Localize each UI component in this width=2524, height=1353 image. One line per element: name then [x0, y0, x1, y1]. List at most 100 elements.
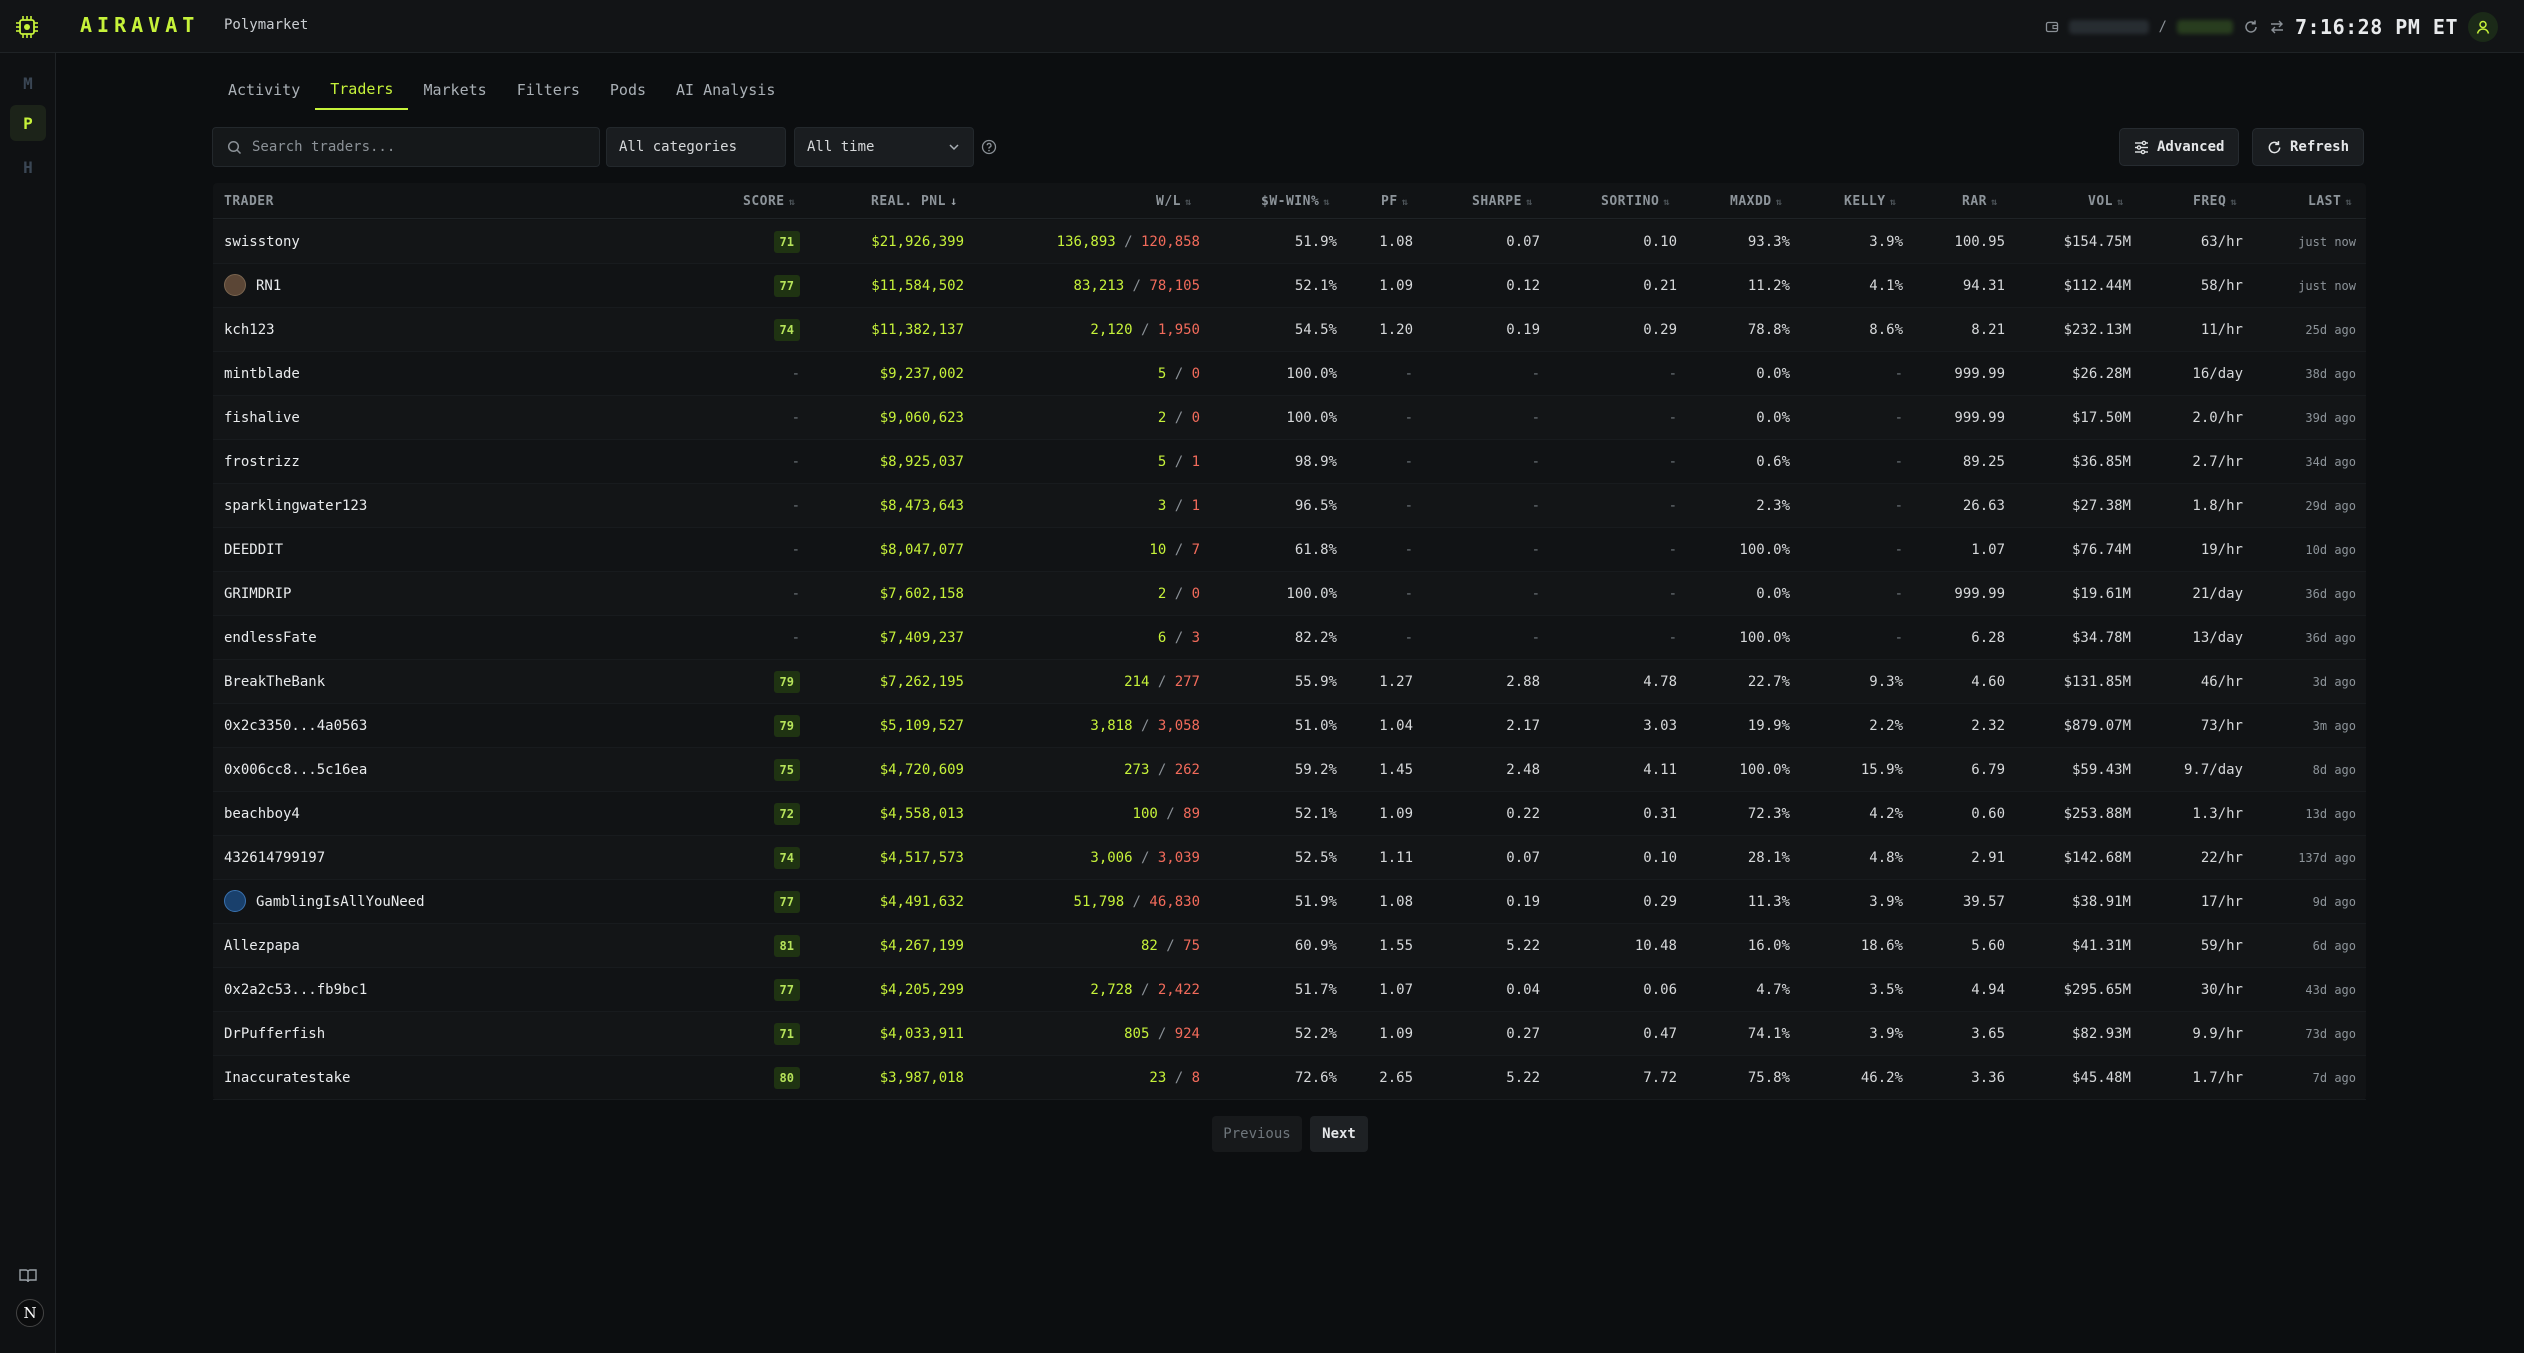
top-right-status: / 7:16:28 PM ET — [2045, 12, 2498, 42]
trader-name-cell[interactable]: 0x2c3350...4a0563 — [224, 704, 367, 748]
trader-name-cell[interactable]: beachboy4 — [224, 792, 300, 836]
table-row[interactable]: swisstony 71 $21,926,399 136,893 / 120,858 5… — [213, 220, 2366, 264]
sidebar-item-p[interactable]: P — [10, 105, 46, 141]
sharpe-value: 0.07 — [1506, 850, 1540, 866]
col-freq[interactable]: FREQ ⇅ — [2193, 194, 2237, 209]
chevron-down-icon — [949, 144, 959, 151]
category-select[interactable]: All categories — [606, 127, 786, 167]
col-kelly[interactable]: KELLY ⇅ — [1844, 194, 1896, 209]
next-page-button[interactable]: Next — [1310, 1116, 1368, 1152]
col-sharpe[interactable]: SHARPE ⇅ — [1472, 194, 1533, 209]
table-row[interactable]: frostrizz - $8,925,037 5 / 1 98.9% - - - 0.6% - 89… — [213, 440, 2366, 484]
help-circle-icon[interactable] — [981, 139, 997, 155]
col-w-win-pct[interactable]: $W-WIN% ⇅ — [1261, 194, 1330, 209]
col-rar[interactable]: RAR ⇅ — [1962, 194, 1998, 209]
trader-name-cell[interactable]: BreakTheBank — [224, 660, 325, 704]
trader-name-cell[interactable]: 0x006cc8...5c16ea — [224, 748, 367, 792]
freq-value: 13/day — [2192, 630, 2243, 646]
table-row[interactable]: 0x006cc8...5c16ea 75 $4,720,609 273 / 262 59… — [213, 748, 2366, 792]
last-active-value: 9d ago — [2312, 895, 2356, 909]
table-row[interactable]: fishalive - $9,060,623 2 / 0 100.0% - - - 0.0% - 9… — [213, 396, 2366, 440]
trader-name-cell[interactable]: Inaccuratestake — [224, 1056, 350, 1100]
main-tabs: Activity Traders Markets Filters Pods AI… — [213, 70, 790, 110]
last-active-value: just now — [2298, 235, 2356, 249]
trader-name-cell[interactable]: 432614799197 — [224, 836, 325, 880]
col-vol[interactable]: VOL ⇅ — [2088, 194, 2124, 209]
search-input[interactable] — [252, 139, 572, 155]
tab-pods[interactable]: Pods — [595, 70, 661, 110]
advanced-button[interactable]: Advanced — [2119, 128, 2240, 166]
table-row[interactable]: GRIMDRIP - $7,602,158 2 / 0 100.0% - - - 0.0% - 99… — [213, 572, 2366, 616]
pf-value: - — [1404, 410, 1413, 426]
kelly-value: 3.9% — [1869, 234, 1903, 250]
sharpe-value: - — [1531, 410, 1540, 426]
user-menu-button[interactable] — [2468, 12, 2498, 42]
wins-value: 3,006 — [1090, 850, 1133, 866]
vol-value: $131.85M — [2063, 674, 2131, 690]
col-real-pnl[interactable]: REAL. PNL ↓ — [871, 194, 958, 209]
table-row[interactable]: beachboy4 72 $4,558,013 100 / 89 52.1% 1.09 0.… — [213, 792, 2366, 836]
losses-value: 3,039 — [1157, 850, 1200, 866]
table-row[interactable]: mintblade - $9,237,002 5 / 0 100.0% - - - 0.0% - 9… — [213, 352, 2366, 396]
tab-filters[interactable]: Filters — [502, 70, 595, 110]
table-row[interactable]: Inaccuratestake 80 $3,987,018 23 / 8 72.6% 2.… — [213, 1056, 2366, 1100]
trader-name-cell[interactable]: kch123 — [224, 308, 275, 352]
trader-name-cell[interactable]: endlessFate — [224, 616, 317, 660]
tab-markets[interactable]: Markets — [408, 70, 501, 110]
tab-activity[interactable]: Activity — [213, 70, 315, 110]
col-pf[interactable]: PF ⇅ — [1381, 194, 1408, 209]
footer-n-logo[interactable]: N — [16, 1299, 44, 1327]
col-trader[interactable]: TRADER — [224, 194, 274, 209]
pnl-value: $9,237,002 — [879, 366, 964, 382]
trader-name-cell[interactable]: 0x2a2c53...fb9bc1 — [224, 968, 367, 1012]
win-loss-cell: 3 / 1 — [1158, 484, 1200, 528]
advanced-button-label: Advanced — [2157, 139, 2225, 155]
win-loss-cell: 100 / 89 — [1133, 792, 1200, 836]
table-row[interactable]: 0x2a2c53...fb9bc1 77 $4,205,299 2,728 / 2,4… — [213, 968, 2366, 1012]
sidebar-item-h[interactable]: H — [10, 149, 46, 185]
trader-name-cell[interactable]: RN1 — [224, 264, 281, 308]
table-row[interactable]: sparklingwater123 - $8,473,643 3 / 1 96.5% - -… — [213, 484, 2366, 528]
col-maxdd[interactable]: MAXDD ⇅ — [1730, 194, 1782, 209]
table-row[interactable]: endlessFate - $7,409,237 6 / 3 82.2% - - - 100.0… — [213, 616, 2366, 660]
trader-name-cell[interactable]: sparklingwater123 — [224, 484, 367, 528]
trader-name-cell[interactable]: GamblingIsAllYouNeed — [224, 880, 425, 924]
refresh-button[interactable]: Refresh — [2252, 128, 2365, 166]
col-sortino[interactable]: SORTINO ⇅ — [1601, 194, 1670, 209]
table-row[interactable]: DrPufferfish 71 $4,033,911 805 / 924 52.2% 1.… — [213, 1012, 2366, 1056]
chip-logo-icon[interactable] — [14, 14, 40, 40]
timeframe-select-value: All time — [807, 139, 875, 155]
book-icon[interactable] — [18, 1266, 38, 1286]
tab-traders[interactable]: Traders — [315, 70, 409, 110]
pnl-value: $7,602,158 — [879, 586, 964, 602]
table-row[interactable]: 0x2c3350...4a0563 79 $5,109,527 3,818 / 3,0… — [213, 704, 2366, 748]
sync-icon[interactable] — [2243, 19, 2259, 35]
table-row[interactable]: kch123 74 $11,382,137 2,120 / 1,950 54.5% 1.2… — [213, 308, 2366, 352]
win-loss-cell: 273 / 262 — [1124, 748, 1200, 792]
col-last[interactable]: LAST ⇅ — [2308, 194, 2352, 209]
wallet-icon — [2045, 21, 2058, 33]
trader-name-cell[interactable]: fishalive — [224, 396, 300, 440]
table-row[interactable]: 432614799197 74 $4,517,573 3,006 / 3,039 52.… — [213, 836, 2366, 880]
previous-page-button[interactable]: Previous — [1212, 1116, 1302, 1152]
trader-name-cell[interactable]: swisstony — [224, 220, 300, 264]
sidebar-item-m[interactable]: M — [10, 65, 46, 101]
table-row[interactable]: DEEDDIT - $8,047,077 10 / 7 61.8% - - - 100.0% - 1… — [213, 528, 2366, 572]
col-score[interactable]: SCORE ⇅ — [743, 194, 795, 209]
table-row[interactable]: RN1 77 $11,584,502 83,213 / 78,105 52.1% 1.09… — [213, 264, 2366, 308]
search-box[interactable] — [212, 127, 600, 167]
trader-name-cell[interactable]: GRIMDRIP — [224, 572, 291, 616]
table-row[interactable]: BreakTheBank 79 $7,262,195 214 / 277 55.9% 1.… — [213, 660, 2366, 704]
tab-ai-analysis[interactable]: AI Analysis — [661, 70, 790, 110]
trader-name-cell[interactable]: DrPufferfish — [224, 1012, 325, 1056]
timeframe-select[interactable]: All time — [794, 127, 974, 167]
swap-arrows-icon[interactable] — [2269, 19, 2285, 35]
trader-name-cell[interactable]: Allezpapa — [224, 924, 300, 968]
pf-value: 1.09 — [1379, 1026, 1413, 1042]
trader-name-cell[interactable]: frostrizz — [224, 440, 300, 484]
trader-name-cell[interactable]: DEEDDIT — [224, 528, 283, 572]
table-row[interactable]: Allezpapa 81 $4,267,199 82 / 75 60.9% 1.55 5.2… — [213, 924, 2366, 968]
table-row[interactable]: GamblingIsAllYouNeed 77 $4,491,632 51,798 /… — [213, 880, 2366, 924]
col-win-loss[interactable]: W/L ⇅ — [1156, 194, 1192, 209]
trader-name-cell[interactable]: mintblade — [224, 352, 300, 396]
